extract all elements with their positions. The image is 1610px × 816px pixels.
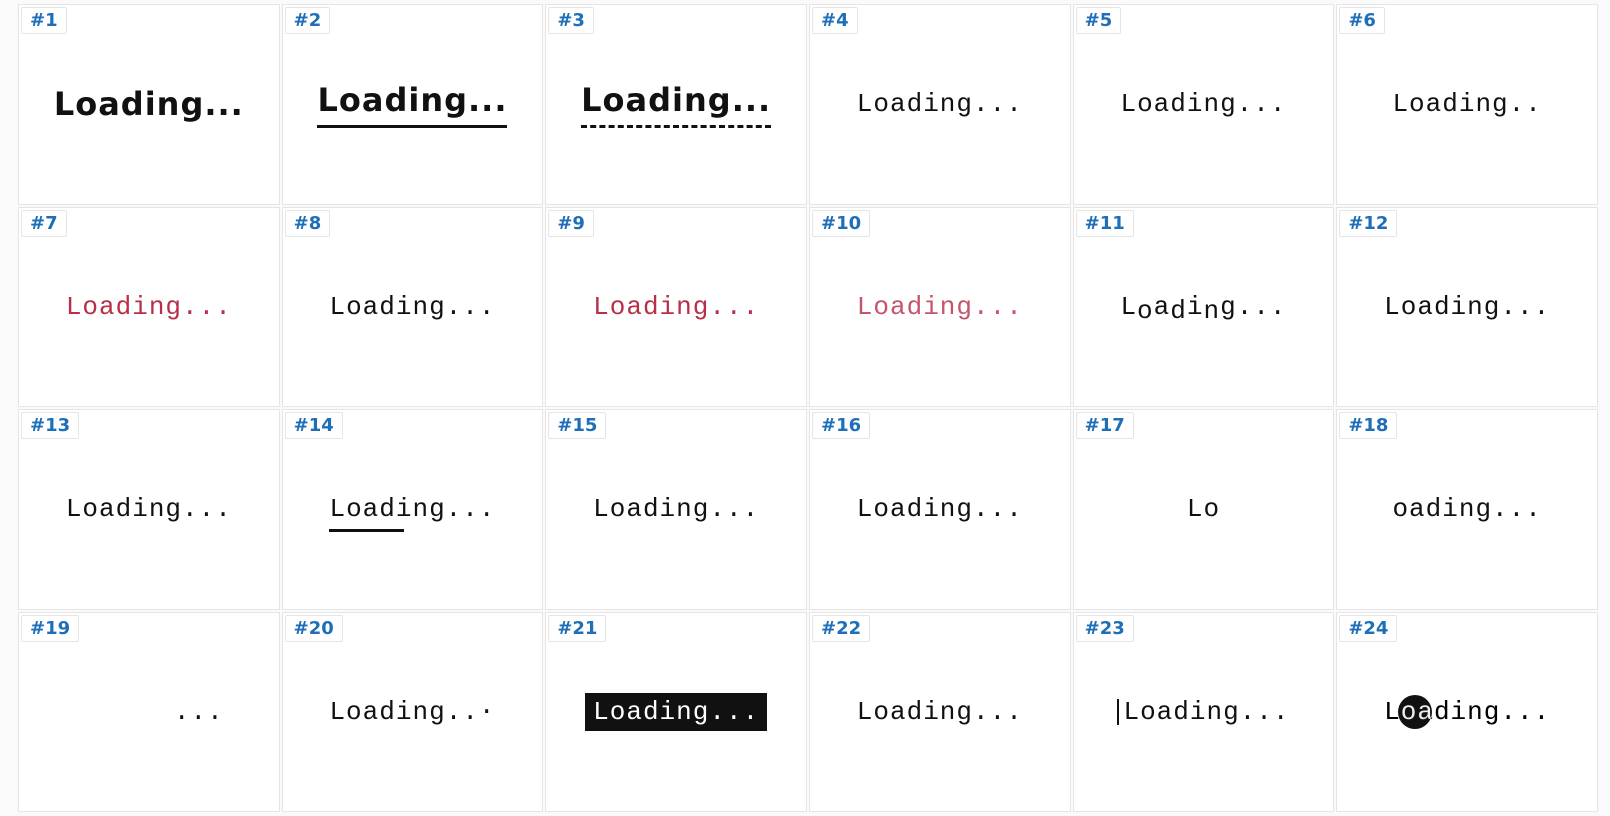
loading-sample: Loading.. — [1392, 89, 1541, 119]
cell-badge: #17 — [1076, 412, 1134, 439]
cell-badge: #1 — [21, 7, 67, 34]
style-cell-13[interactable]: #13 Loading... — [18, 409, 280, 610]
loading-sample: Loading... — [857, 89, 1023, 119]
style-cell-19[interactable]: #19... — [18, 612, 280, 813]
style-cell-2[interactable]: #2 Loading... — [282, 4, 544, 205]
cell-badge: #12 — [1339, 210, 1397, 237]
style-cell-5[interactable]: #5 Loading... — [1073, 4, 1335, 205]
loading-sample: Loading... — [1117, 697, 1289, 727]
style-cell-8[interactable]: #8 Loading... — [282, 207, 544, 408]
style-cell-7[interactable]: #7 Loading... — [18, 207, 280, 408]
style-cell-24[interactable]: #24 Loading... — [1336, 612, 1598, 813]
style-cell-22[interactable]: #22 Loading... — [809, 612, 1071, 813]
loading-sample: Loading... — [581, 81, 771, 128]
style-cell-15[interactable]: #15 Loading... — [545, 409, 807, 610]
loading-sample: Loading... — [857, 697, 1023, 727]
loading-sample: Loading... — [329, 494, 495, 524]
cell-badge: #8 — [285, 210, 331, 237]
style-cell-18[interactable]: #18 oading... — [1336, 409, 1598, 610]
loading-sample: Loading... — [1120, 292, 1286, 322]
cell-badge: #15 — [548, 412, 606, 439]
loading-sample: Loading... — [329, 697, 495, 727]
loading-sample: Loading... — [1384, 697, 1550, 727]
style-cell-9[interactable]: #9 Loading... — [545, 207, 807, 408]
style-cell-6[interactable]: #6 Loading.. — [1336, 4, 1598, 205]
loading-sample: Loading... — [66, 494, 232, 524]
loading-text: Loading... — [1384, 697, 1550, 727]
style-cell-14[interactable]: #14 Loading... — [282, 409, 544, 610]
loading-sample: Lo — [1187, 494, 1220, 524]
cell-badge: #4 — [812, 7, 858, 34]
cell-badge: #18 — [1339, 412, 1397, 439]
loading-style-grid: #1 Loading... #2 Loading... #3 Loading... #4 Lo… — [18, 4, 1598, 812]
loading-sample: Loading... — [593, 494, 759, 524]
loading-sample: Loading... — [54, 85, 244, 123]
cell-badge: #13 — [21, 412, 79, 439]
style-cell-1[interactable]: #1 Loading... — [18, 4, 280, 205]
cell-badge: #20 — [285, 615, 343, 642]
cell-badge: #6 — [1339, 7, 1385, 34]
cell-badge: #14 — [285, 412, 343, 439]
loading-sample: Loading... — [317, 81, 507, 128]
style-cell-17[interactable]: #17 Lo — [1073, 409, 1335, 610]
cell-badge: #9 — [548, 210, 594, 237]
loading-sample: Loading... — [857, 494, 1023, 524]
cell-badge: #2 — [285, 7, 331, 34]
cell-badge: #16 — [812, 412, 870, 439]
cell-badge: #22 — [812, 615, 870, 642]
style-cell-23[interactable]: #23 Loading... — [1073, 612, 1335, 813]
style-cell-10[interactable]: #10 Loading... — [809, 207, 1071, 408]
loading-sample: Loading... — [857, 292, 1023, 322]
loading-sample: Loading... — [1384, 292, 1550, 322]
cell-badge: #7 — [21, 210, 67, 237]
loading-sample: Loading... — [585, 693, 767, 731]
cell-badge: #19 — [21, 615, 79, 642]
cell-badge: #23 — [1076, 615, 1134, 642]
cell-badge: #11 — [1076, 210, 1134, 237]
cell-badge: #3 — [548, 7, 594, 34]
cell-badge: #10 — [812, 210, 870, 237]
style-cell-21[interactable]: #21 Loading... — [545, 612, 807, 813]
loading-sample: Loading... — [329, 292, 495, 322]
style-cell-20[interactable]: #20 Loading... — [282, 612, 544, 813]
style-cell-16[interactable]: #16 Loading... — [809, 409, 1071, 610]
loading-sample: Loading... — [66, 292, 232, 322]
style-cell-3[interactable]: #3 Loading... — [545, 4, 807, 205]
cell-badge: #5 — [1076, 7, 1122, 34]
loading-text: Loading... — [1120, 292, 1286, 322]
loading-sample: ... — [74, 697, 224, 727]
style-cell-11[interactable]: #11 Loading... — [1073, 207, 1335, 408]
cell-badge: #21 — [548, 615, 606, 642]
loading-sample: oading... — [1392, 494, 1541, 524]
style-cell-12[interactable]: #12 Loading... — [1336, 207, 1598, 408]
style-cell-4[interactable]: #4 Loading... — [809, 4, 1071, 205]
loading-sample: Loading... — [593, 292, 759, 322]
loading-sample: Loading... — [1120, 89, 1286, 119]
cell-badge: #24 — [1339, 615, 1397, 642]
loading-text: Loading... — [329, 697, 495, 727]
